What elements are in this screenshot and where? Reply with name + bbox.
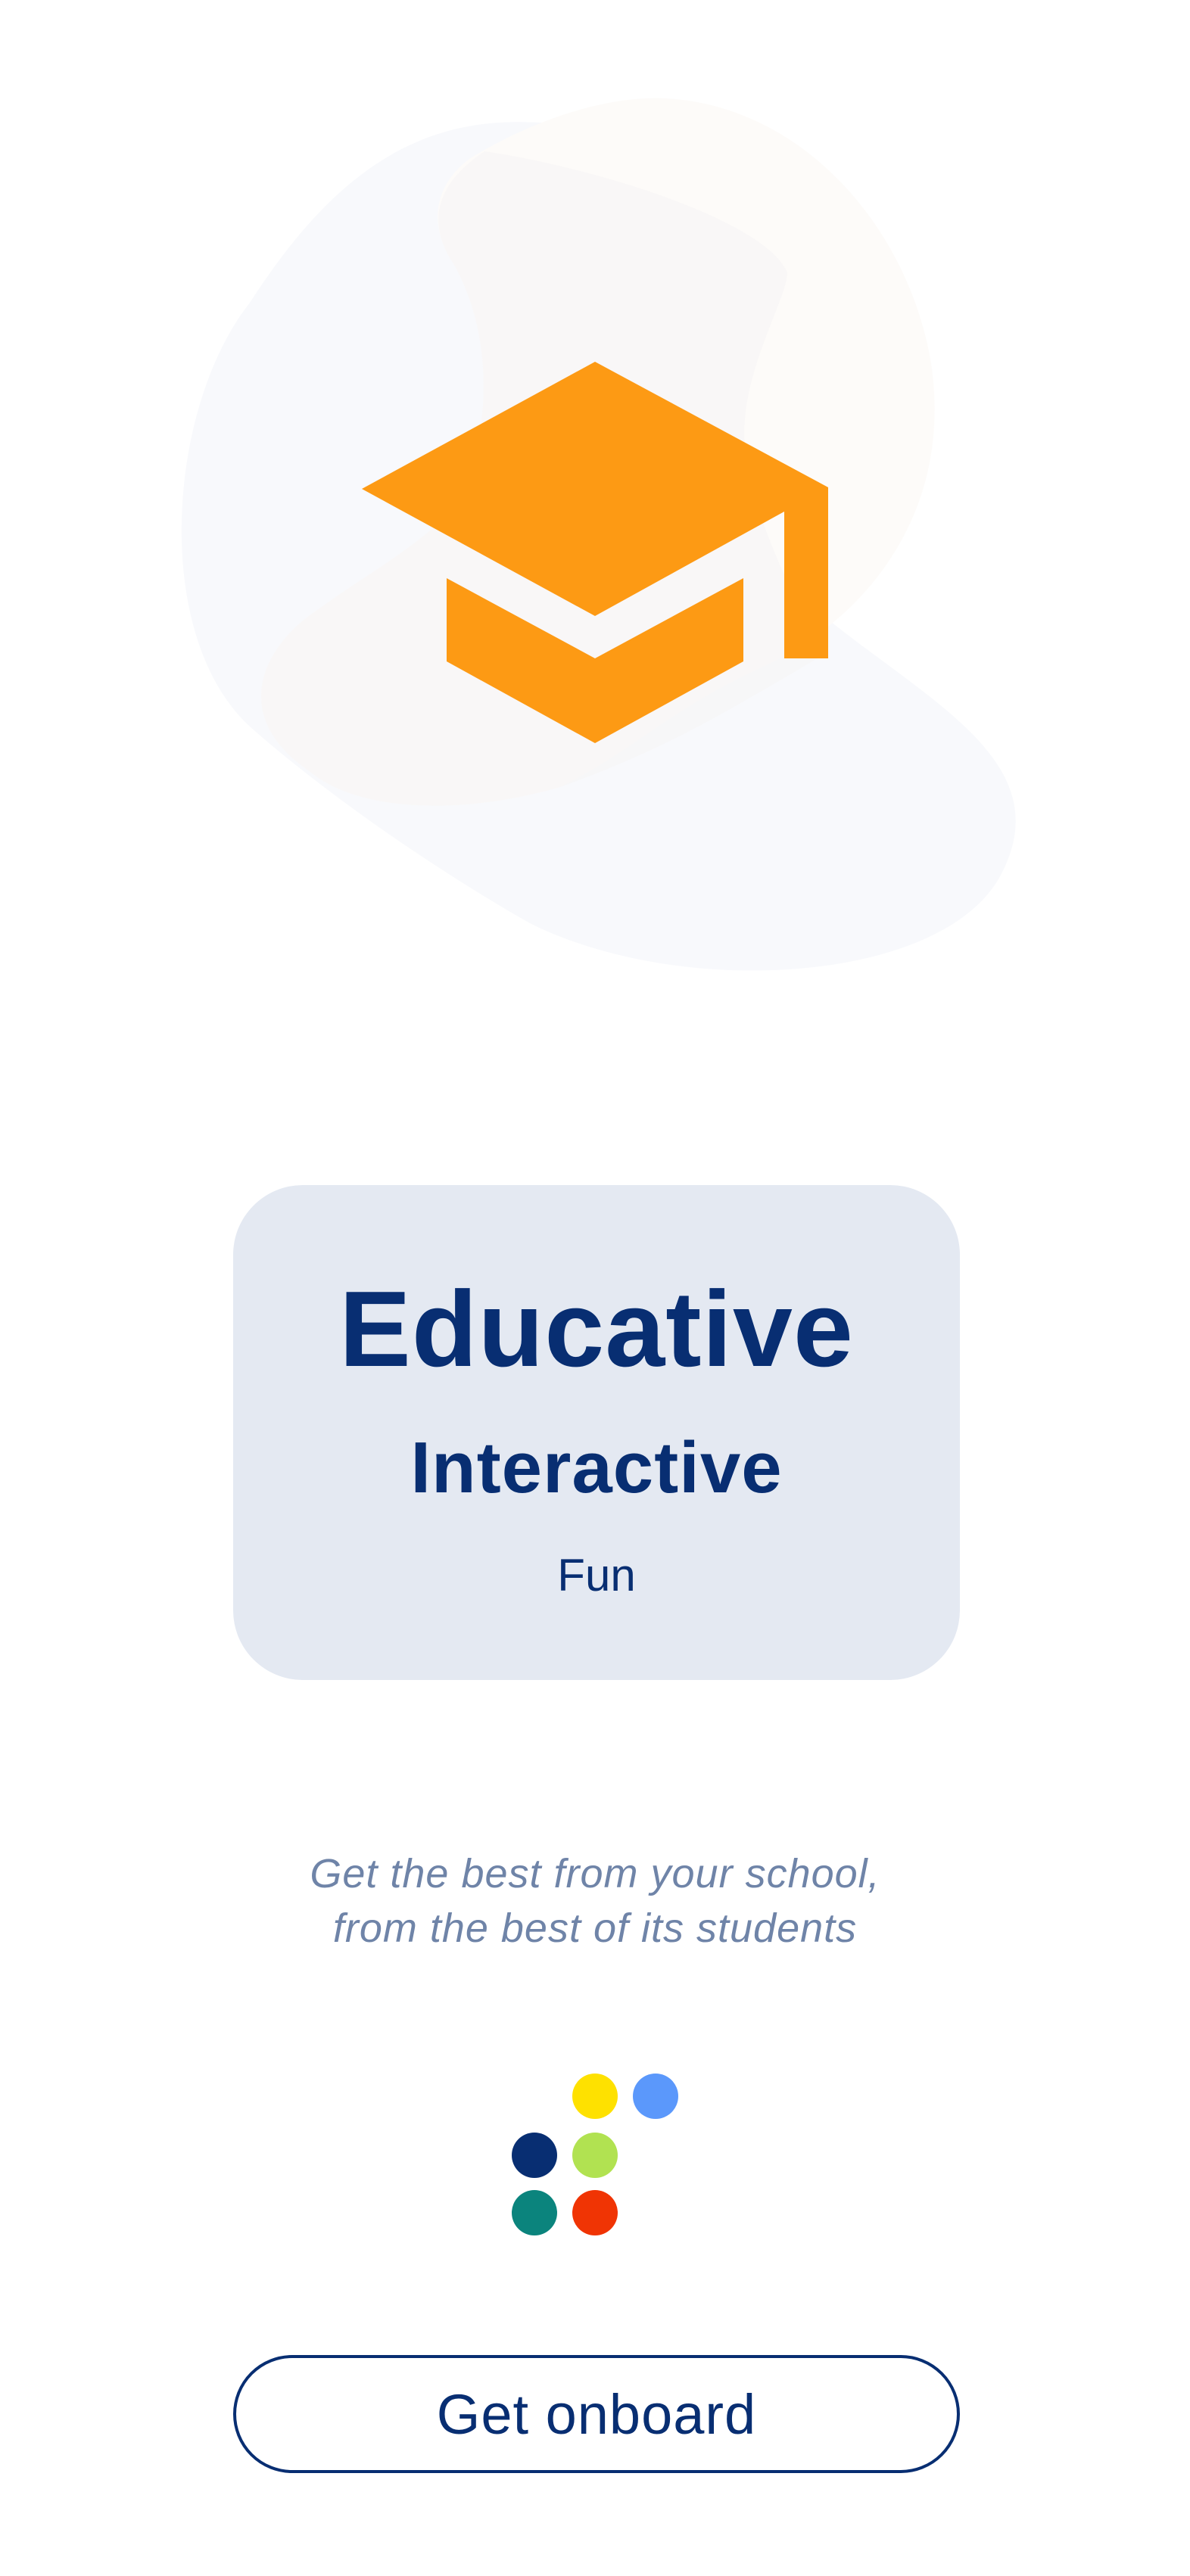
logo-dot-yellow: [572, 2074, 618, 2119]
card-title: Educative: [339, 1269, 854, 1389]
tagline-text: Get the best from your school, from the …: [0, 1846, 1190, 1955]
logo-dot-teal: [512, 2190, 557, 2235]
colored-dots-logo: [507, 2074, 689, 2255]
tagline-line-1: Get the best from your school,: [310, 1851, 880, 1896]
card-caption: Fun: [557, 1550, 636, 1601]
hero-illustration: [0, 0, 1190, 1059]
logo-dot-lime: [572, 2133, 618, 2178]
logo-dot-light-blue: [633, 2074, 678, 2119]
logo-dot-red: [572, 2190, 618, 2235]
tagline-line-2: from the best of its students: [332, 1906, 858, 1951]
hero-background-blobs: [181, 98, 1016, 971]
tagline-card: Educative Interactive Fun: [233, 1185, 960, 1680]
logo-dot-navy: [512, 2133, 557, 2178]
card-subtitle: Interactive: [410, 1427, 783, 1508]
get-onboard-button[interactable]: Get onboard: [233, 2355, 960, 2473]
